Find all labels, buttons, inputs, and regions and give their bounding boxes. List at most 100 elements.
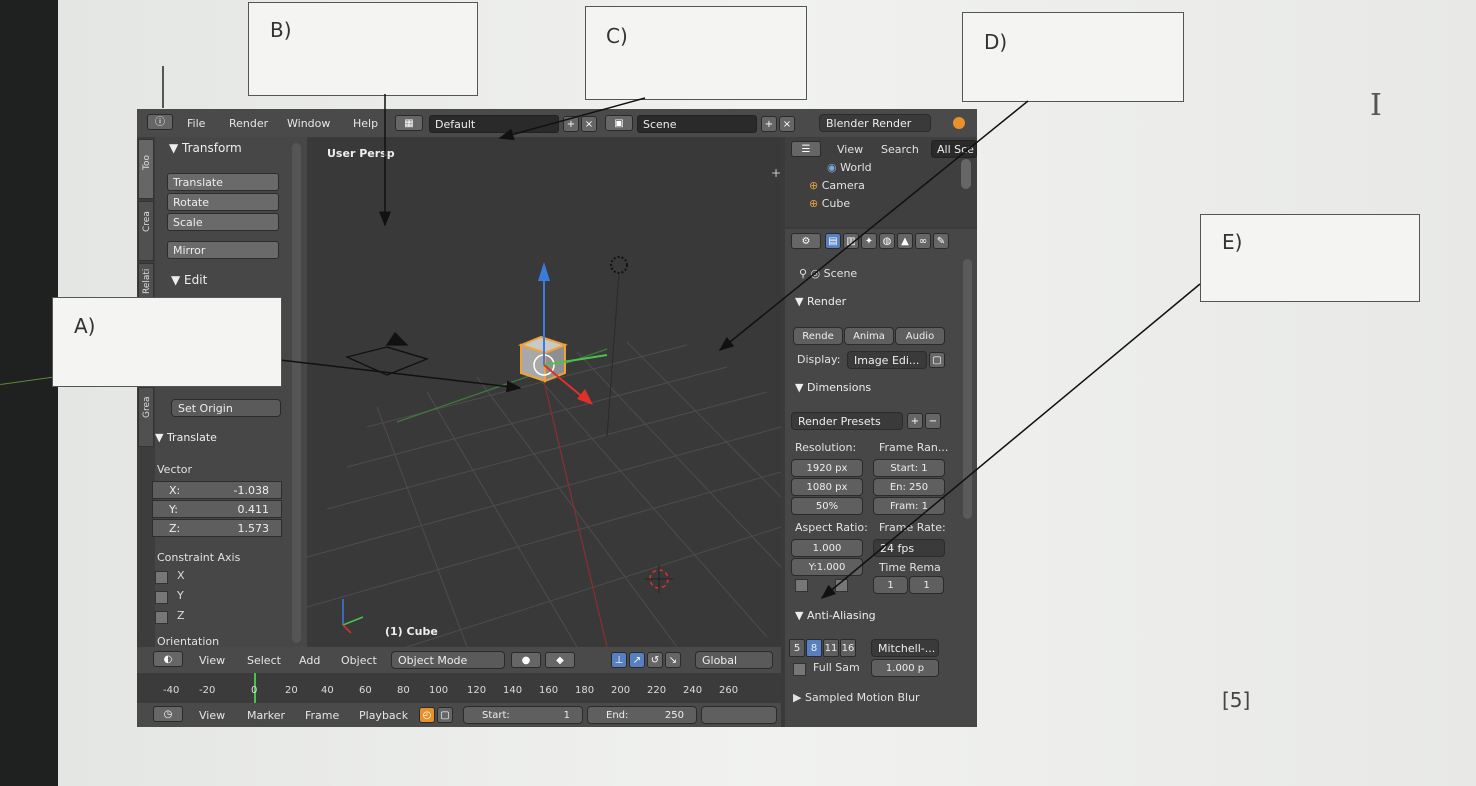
rotate-button[interactable]: Rotate (167, 193, 279, 211)
render-presets-dropdown[interactable]: Render Presets (791, 412, 903, 430)
translate-button[interactable]: Translate (167, 173, 279, 191)
aspect-y-field[interactable]: Y:1.000 (791, 558, 863, 576)
menu-help[interactable]: Help (353, 117, 378, 130)
time-remap-new-field[interactable]: 1 (909, 576, 944, 594)
clock-icon[interactable]: ◴ (419, 707, 435, 723)
tool-shelf-scrollbar[interactable] (292, 143, 301, 643)
presets-remove-icon[interactable]: − (925, 413, 941, 429)
select-menu[interactable]: Select (247, 654, 281, 667)
layout-add-icon[interactable]: + (563, 116, 579, 132)
outliner-item-camera[interactable]: ⊕ Camera (809, 179, 865, 192)
outliner-filter-field[interactable]: All Sce (931, 140, 977, 158)
transform-panel-header[interactable]: ▼ Transform (169, 141, 242, 155)
timeline-current-field[interactable] (701, 706, 777, 724)
tab-create[interactable]: Crea (138, 201, 154, 261)
view-menu[interactable]: View (199, 654, 225, 667)
render-tab-icon[interactable]: ▤ (825, 233, 841, 249)
aa-samples-16[interactable]: 16 (840, 639, 856, 657)
resolution-percentage-field[interactable]: 50% (791, 497, 863, 515)
properties-type-icon[interactable]: ⚙ (791, 233, 821, 249)
outliner-item-cube[interactable]: ⊕ Cube (809, 197, 850, 207)
scene-add-icon[interactable]: + (761, 116, 777, 132)
playback-menu[interactable]: Playback (359, 709, 408, 722)
3d-viewport[interactable]: + User Persp (1) Cube (307, 137, 781, 647)
timeline-end-field[interactable]: End: 250 (587, 706, 697, 724)
properties-scrollbar[interactable] (963, 259, 972, 519)
time-remap-old-field[interactable]: 1 (873, 576, 908, 594)
layout-icon[interactable]: ▦ (395, 115, 423, 131)
render-audio-button[interactable]: Audio (895, 327, 945, 345)
presets-add-icon[interactable]: + (907, 413, 923, 429)
frame-end-field[interactable]: En: 250 (873, 478, 945, 496)
translate-panel-header[interactable]: ▼ Translate (155, 431, 217, 444)
tab-grease-pencil[interactable]: Grea (138, 387, 154, 447)
full-sample-checkbox[interactable] (793, 663, 806, 676)
aa-samples-11[interactable]: 11 (823, 639, 839, 657)
sampled-motion-blur-header[interactable]: ▶ Sampled Motion Blur (793, 691, 920, 704)
display-dropdown[interactable]: Image Edi... (847, 351, 927, 369)
vector-z-field[interactable]: Z: 1.573 (152, 519, 282, 537)
frame-step-field[interactable]: Fram: 1 (873, 497, 945, 515)
timeline-start-field[interactable]: Start: 1 (463, 706, 583, 724)
scene-tab-icon[interactable]: ✦ (861, 233, 877, 249)
scale-button[interactable]: Scale (167, 213, 279, 231)
outliner-search-menu[interactable]: Search (881, 143, 919, 156)
timeline-ruler[interactable]: -40 -20 0 20 40 60 80 100 120 140 160 18… (137, 673, 781, 703)
outliner-view-menu[interactable]: View (837, 143, 863, 156)
vector-x-field[interactable]: X: -1.038 (152, 481, 282, 499)
constraint-x-checkbox[interactable] (155, 571, 168, 584)
editor-type-icon[interactable]: ⓘ (147, 114, 173, 130)
scale-manipulator-icon[interactable]: ↘ (665, 652, 681, 668)
outliner-item-world[interactable]: ◉ World (827, 161, 872, 174)
mode-dropdown[interactable]: Object Mode (391, 651, 505, 669)
vector-y-field[interactable]: Y: 0.411 (152, 500, 282, 518)
marker-menu[interactable]: Marker (247, 709, 285, 722)
add-menu[interactable]: Add (299, 654, 320, 667)
menu-file[interactable]: File (187, 117, 205, 130)
translate-manipulator-icon[interactable]: ↗ (629, 652, 645, 668)
pivot-dropdown-icon[interactable]: ◆ (545, 652, 575, 668)
constraint-y-checkbox[interactable] (155, 591, 168, 604)
rotate-manipulator-icon[interactable]: ↺ (647, 652, 663, 668)
constraint-z-checkbox[interactable] (155, 611, 168, 624)
shading-dropdown-icon[interactable]: ● (511, 652, 541, 668)
outliner-scrollbar[interactable] (961, 159, 971, 189)
modifiers-tab-icon[interactable]: ✎ (933, 233, 949, 249)
edit-panel-header[interactable]: ▼ Edit (171, 273, 207, 287)
manipulator-toggle-icon[interactable]: ⊥ (611, 652, 627, 668)
layout-remove-icon[interactable]: × (581, 116, 597, 132)
tab-tools[interactable]: Too (138, 139, 154, 199)
set-origin-dropdown[interactable]: Set Origin (171, 399, 281, 417)
frame-menu[interactable]: Frame (305, 709, 339, 722)
outliner-type-icon[interactable]: ☰ (791, 141, 821, 157)
frame-start-field[interactable]: Start: 1 (873, 459, 945, 477)
full-sample-value-field[interactable]: 1.000 p (871, 659, 939, 677)
3d-view-type-icon[interactable]: ◐ (153, 651, 183, 667)
world-tab-icon[interactable]: ◍ (879, 233, 895, 249)
anti-aliasing-panel-header[interactable]: ▼ Anti-Aliasing (795, 609, 876, 622)
scene-remove-icon[interactable]: × (779, 116, 795, 132)
border-checkbox[interactable] (795, 579, 808, 592)
aa-filter-dropdown[interactable]: Mitchell-... (871, 639, 939, 657)
resolution-x-field[interactable]: 1920 px (791, 459, 863, 477)
timeline-type-icon[interactable]: ◷ (153, 706, 183, 722)
render-animation-button[interactable]: Anima (844, 327, 894, 345)
menu-window[interactable]: Window (287, 117, 330, 130)
aspect-x-field[interactable]: 1.000 (791, 539, 863, 557)
resolution-y-field[interactable]: 1080 px (791, 478, 863, 496)
menu-render[interactable]: Render (229, 117, 268, 130)
render-image-button[interactable]: Rende (793, 327, 843, 345)
render-layers-tab-icon[interactable]: ▥ (843, 233, 859, 249)
aa-samples-8[interactable]: 8 (806, 639, 822, 657)
display-lock-icon[interactable]: ▢ (929, 352, 945, 368)
aa-samples-5[interactable]: 5 (789, 639, 805, 657)
mirror-button[interactable]: Mirror (167, 241, 279, 259)
object-tab-icon[interactable]: ▲ (897, 233, 913, 249)
scene-icon[interactable]: ▣ (605, 115, 633, 131)
scene-field[interactable]: Scene (637, 115, 757, 133)
crop-checkbox[interactable] (835, 579, 848, 592)
frame-rate-dropdown[interactable]: 24 fps (873, 539, 945, 557)
transform-orientation-dropdown[interactable]: Global (695, 651, 773, 669)
timeline-view-menu[interactable]: View (199, 709, 225, 722)
dimensions-panel-header[interactable]: ▼ Dimensions (795, 381, 871, 394)
